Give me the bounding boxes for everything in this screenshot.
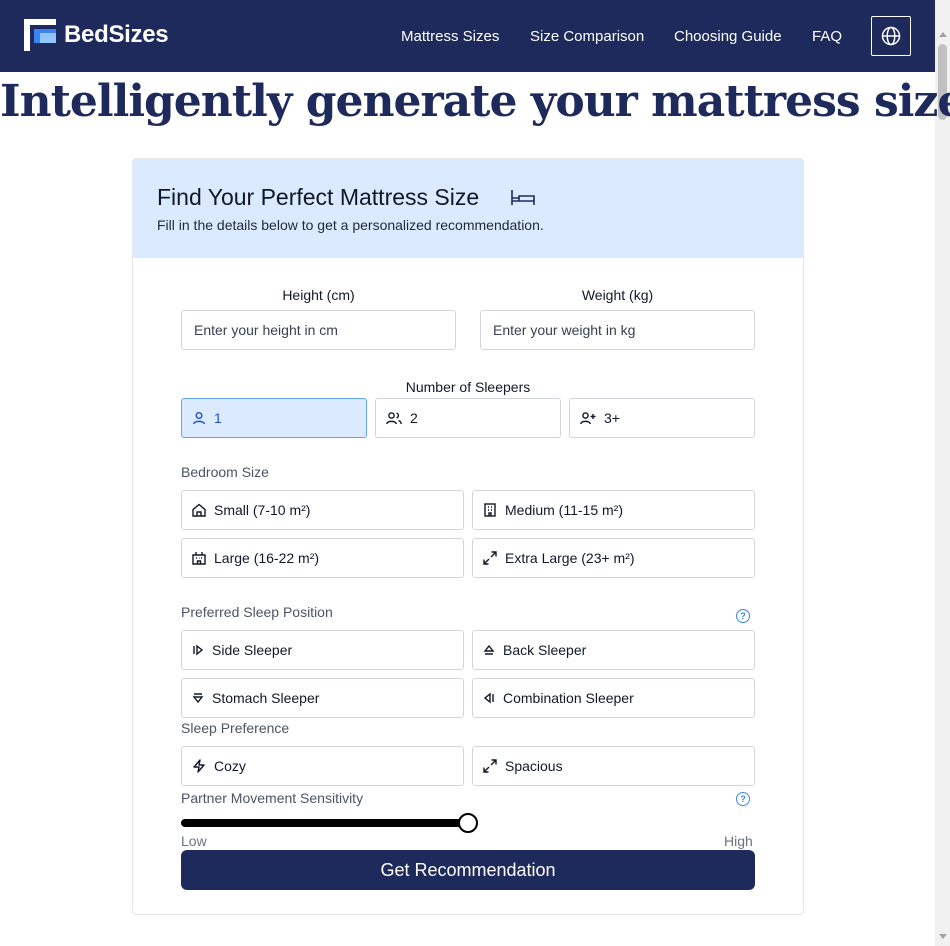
nav-mattress-sizes[interactable]: Mattress Sizes [401, 28, 499, 45]
hero-title: Intelligently generate your mattress siz… [0, 76, 950, 127]
sleepers-option-label: 3+ [604, 410, 620, 426]
movement-sensitivity-help-icon[interactable]: ? [736, 792, 750, 806]
bedroom-option-label: Large (16-22 m²) [214, 550, 320, 566]
preference-option-cozy[interactable]: Cozy [181, 746, 464, 786]
movement-slider-thumb[interactable] [458, 813, 478, 833]
height-input[interactable] [181, 310, 456, 350]
height-label: Height (cm) [282, 287, 355, 303]
users-icon [386, 412, 402, 425]
arrow-down-icon [192, 693, 204, 704]
user-icon [193, 412, 205, 425]
bedroom-option-small[interactable]: Small (7-10 m²) [181, 490, 464, 530]
sleep-position-label: Preferred Sleep Position [181, 604, 333, 620]
hotel-icon [192, 552, 206, 565]
bedroom-option-label: Medium (11-15 m²) [505, 502, 623, 518]
building-icon [484, 503, 496, 517]
sleepers-option-label: 1 [214, 410, 222, 426]
scroll-down-arrow-icon[interactable] [939, 934, 947, 939]
preference-option-spacious[interactable]: Spacious [472, 746, 755, 786]
bedroom-option-label: Extra Large (23+ m²) [505, 550, 635, 566]
sleepers-option-1[interactable]: 1 [181, 398, 367, 438]
position-option-side[interactable]: Side Sleeper [181, 630, 464, 670]
get-recommendation-button[interactable]: Get Recommendation [181, 850, 755, 890]
position-option-label: Stomach Sleeper [212, 690, 320, 706]
bedroom-option-medium[interactable]: Medium (11-15 m²) [472, 490, 755, 530]
globe-icon [881, 26, 901, 46]
preference-option-label: Spacious [505, 758, 563, 774]
bedroom-option-label: Small (7-10 m²) [214, 502, 311, 518]
card-subtitle: Fill in the details below to get a perso… [157, 217, 544, 233]
bedroom-option-large[interactable]: Large (16-22 m²) [181, 538, 464, 578]
language-button[interactable] [871, 16, 911, 56]
top-navbar: BedSizes Mattress Sizes Size Comparison … [0, 0, 935, 72]
arrow-up-icon [483, 644, 495, 655]
movement-sensitivity-label: Partner Movement Sensitivity [181, 790, 364, 806]
sleepers-label: Number of Sleepers [405, 379, 531, 395]
expand-icon [483, 551, 497, 565]
preference-option-label: Cozy [214, 758, 246, 774]
sleepers-option-2[interactable]: 2 [375, 398, 561, 438]
weight-input[interactable] [480, 310, 755, 350]
nav-size-comparison[interactable]: Size Comparison [530, 28, 644, 45]
home-icon [192, 503, 206, 517]
scroll-up-arrow-icon[interactable] [939, 32, 947, 37]
sleepers-option-label: 2 [410, 410, 418, 426]
sleep-position-help-icon[interactable]: ? [736, 609, 750, 623]
bedroom-size-label: Bedroom Size [181, 464, 269, 480]
bedroom-option-extra-large[interactable]: Extra Large (23+ m²) [472, 538, 755, 578]
weight-label: Weight (kg) [581, 287, 654, 303]
position-option-label: Back Sleeper [503, 642, 587, 658]
brand-name[interactable]: BedSizes [64, 21, 169, 49]
page-scrollbar[interactable] [935, 0, 950, 946]
position-option-back[interactable]: Back Sleeper [472, 630, 755, 670]
card-title: Find Your Perfect Mattress Size [157, 184, 480, 210]
arrow-right-icon [193, 644, 204, 656]
expand-icon [483, 759, 497, 773]
recommendation-card: Find Your Perfect Mattress Size Fill in … [132, 158, 804, 915]
movement-slider-track[interactable] [181, 819, 469, 827]
logo-icon[interactable] [24, 19, 56, 51]
card-header: Find Your Perfect Mattress Size Fill in … [133, 159, 803, 258]
sleepers-option-3plus[interactable]: 3+ [569, 398, 755, 438]
zap-icon [193, 759, 205, 773]
bed-icon [511, 190, 535, 205]
position-option-stomach[interactable]: Stomach Sleeper [181, 678, 464, 718]
nav-faq[interactable]: FAQ [812, 28, 842, 45]
nav-choosing-guide[interactable]: Choosing Guide [674, 28, 782, 45]
arrow-left-icon [483, 692, 494, 704]
position-option-label: Combination Sleeper [503, 690, 634, 706]
sleep-preference-label: Sleep Preference [181, 720, 290, 736]
position-option-combination[interactable]: Combination Sleeper [472, 678, 755, 718]
slider-high-label: High [724, 833, 753, 849]
position-option-label: Side Sleeper [212, 642, 293, 658]
user-plus-icon [580, 412, 596, 425]
slider-low-label: Low [181, 833, 207, 849]
